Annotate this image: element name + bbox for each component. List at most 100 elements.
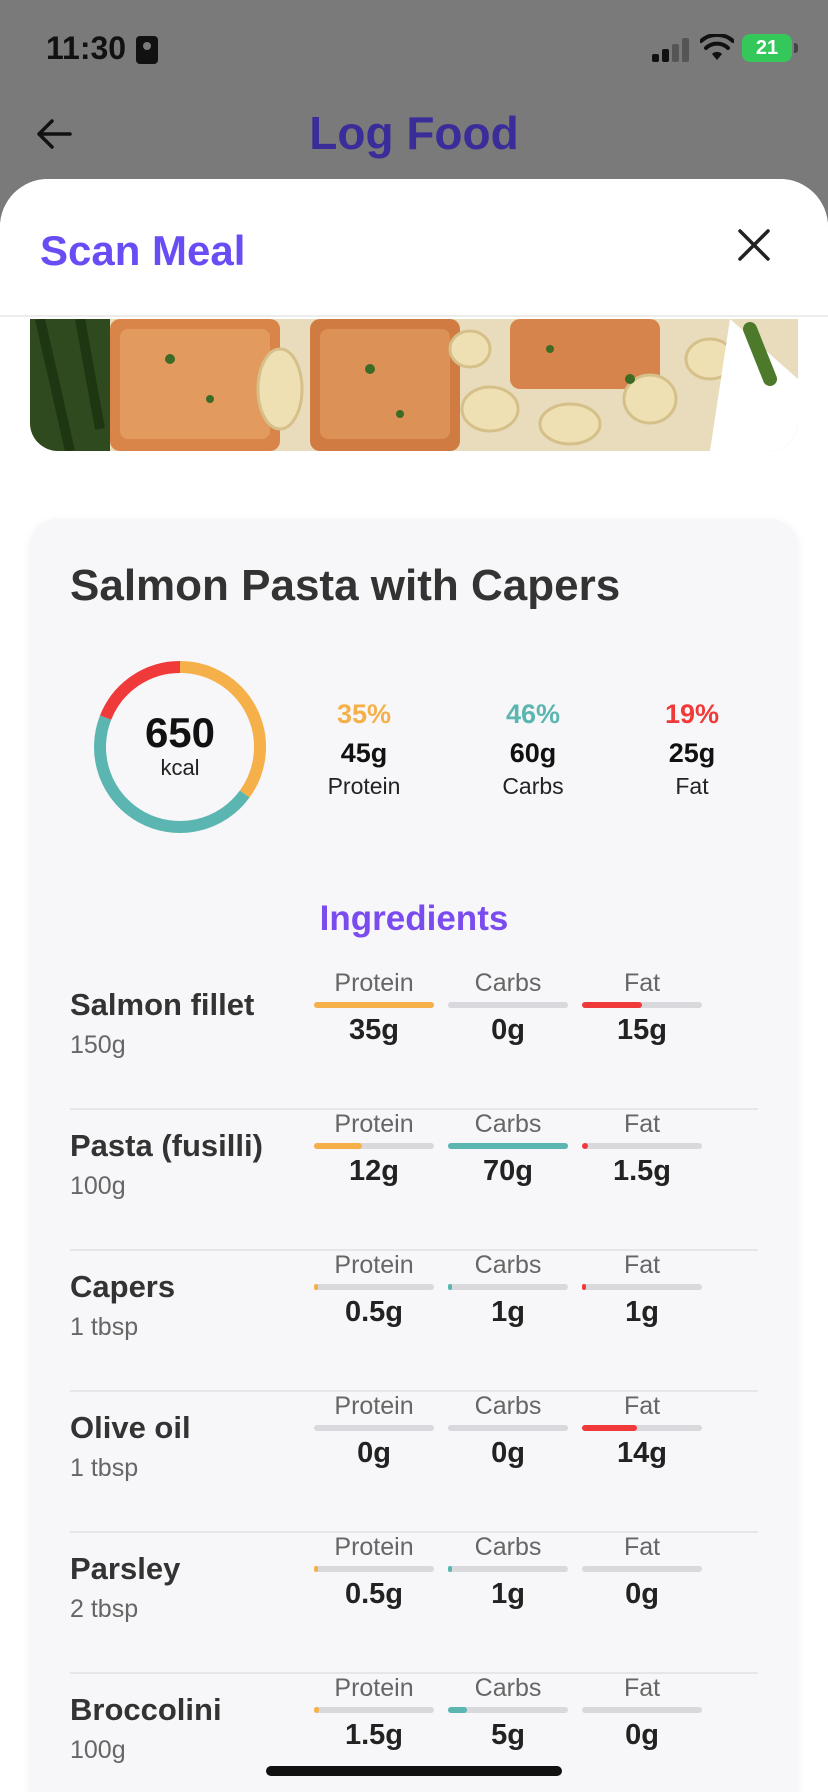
ingredient-carbs-value: 1g: [491, 1296, 525, 1328]
status-bar: 11:30 21: [0, 0, 828, 100]
macro-summary-fat: 19% 25g Fat: [622, 699, 762, 800]
ingredient-protein-bar: [314, 1707, 434, 1713]
ingredient-fat-bar: [582, 1707, 702, 1713]
ingredient-protein-bar: [314, 1002, 434, 1008]
id-card-icon: [136, 36, 158, 64]
ingredient-fat-value: 1g: [625, 1296, 659, 1328]
nav-bar: Log Food: [0, 100, 828, 180]
ingredient-protein-column: Protein 12g: [314, 1110, 434, 1188]
ingredient-protein-value: 0g: [357, 1437, 391, 1469]
ingredient-carbs-label: Carbs: [474, 1674, 542, 1702]
ingredient-carbs-value: 1g: [491, 1578, 525, 1610]
ingredient-fat-label: Fat: [623, 1392, 661, 1420]
ingredient-fat-bar-fill: [582, 1143, 588, 1149]
meal-card: Salmon Pasta with Capers 650 kcal 35% 45…: [30, 519, 798, 1792]
ingredient-fat-value: 1.5g: [612, 1155, 672, 1187]
ingredient-fat-column: Fat 1.5g: [582, 1110, 702, 1188]
ingredient-protein-bar: [314, 1284, 434, 1290]
ingredient-carbs-column: Carbs 5g: [448, 1674, 568, 1752]
ingredient-fat-column: Fat 0g: [582, 1533, 702, 1611]
ingredient-protein-bar: [314, 1425, 434, 1431]
ingredient-protein-label: Protein: [334, 1110, 414, 1138]
ingredient-name: Parsley: [70, 1551, 181, 1586]
macro-summary-protein: 35% 45g Protein: [294, 699, 434, 800]
ingredient-carbs-label: Carbs: [474, 1533, 542, 1561]
ingredient-carbs-value: 0g: [491, 1437, 525, 1469]
ingredient-quantity: 100g: [70, 1172, 126, 1200]
ingredient-protein-bar-fill: [314, 1707, 319, 1713]
ingredient-protein-bar-fill: [314, 1566, 318, 1572]
ingredient-fat-bar-fill: [582, 1284, 586, 1290]
ingredient-row[interactable]: Capers 1 tbsp Protein 0.5g Carbs 1g Fat 1g: [70, 1251, 758, 1392]
ingredient-fat-bar: [582, 1284, 702, 1290]
ingredient-protein-label: Protein: [334, 969, 414, 997]
ingredient-carbs-column: Carbs 70g: [448, 1110, 568, 1188]
sheet-title: Scan Meal: [40, 227, 246, 274]
ingredient-row[interactable]: Salmon fillet 150g Protein 35g Carbs 0g Fat 15g: [70, 969, 758, 1110]
scan-meal-sheet: Scan Meal Salmon Pasta with Capers 650 k…: [0, 179, 828, 1792]
ingredient-fat-column: Fat 14g: [582, 1392, 702, 1470]
ingredient-protein-value: 12g: [349, 1155, 399, 1187]
battery-icon: 21: [742, 34, 798, 62]
macro-grams: 45g: [340, 738, 388, 768]
ingredient-protein-column: Protein 35g: [314, 969, 434, 1047]
ingredient-carbs-bar-fill: [448, 1707, 468, 1713]
ingredient-row[interactable]: Parsley 2 tbsp Protein 0.5g Carbs 1g Fat 0g: [70, 1533, 758, 1674]
ingredient-fat-value: 0g: [625, 1578, 659, 1610]
ingredient-protein-value: 35g: [349, 1014, 399, 1046]
ingredient-row[interactable]: Pasta (fusilli) 100g Protein 12g Carbs 70g Fat…: [70, 1110, 758, 1251]
macro-label: Fat: [675, 773, 709, 799]
ingredient-fat-bar: [582, 1425, 702, 1431]
ingredient-fat-bar: [582, 1143, 702, 1149]
ingredient-quantity: 1 tbsp: [70, 1454, 139, 1482]
ingredient-quantity: 100g: [70, 1736, 126, 1764]
ingredient-row[interactable]: Olive oil 1 tbsp Protein 0g Carbs 0g Fat 14g: [70, 1392, 758, 1533]
ingredient-carbs-column: Carbs 0g: [448, 1392, 568, 1470]
ingredient-protein-bar: [314, 1143, 434, 1149]
ingredient-name: Broccolini: [70, 1692, 222, 1727]
ingredient-carbs-bar: [448, 1425, 568, 1431]
ingredient-carbs-value: 0g: [491, 1014, 525, 1046]
ingredient-carbs-bar: [448, 1002, 568, 1008]
battery-level: 21: [755, 37, 779, 59]
page-title: Log Food: [309, 107, 519, 159]
ingredient-fat-bar: [582, 1566, 702, 1572]
macro-percent: 35%: [336, 699, 392, 729]
ingredient-protein-column: Protein 0.5g: [314, 1533, 434, 1611]
close-icon: [738, 229, 770, 261]
meal-name: Salmon Pasta with Capers: [70, 561, 621, 610]
ingredient-protein-label: Protein: [334, 1533, 414, 1561]
ingredient-carbs-bar-fill: [448, 1566, 452, 1572]
ingredient-name: Pasta (fusilli): [70, 1128, 263, 1163]
ingredient-protein-value: 0.5g: [344, 1296, 404, 1328]
ingredient-carbs-value: 5g: [491, 1719, 525, 1751]
ingredient-name: Salmon fillet: [70, 987, 255, 1022]
ingredient-name: Capers: [70, 1269, 176, 1304]
ingredient-fat-label: Fat: [623, 1533, 661, 1561]
ingredient-carbs-label: Carbs: [474, 969, 542, 997]
ingredient-quantity: 1 tbsp: [70, 1313, 139, 1341]
ingredient-fat-bar-fill: [582, 1002, 642, 1008]
status-time: 11:30: [46, 30, 127, 66]
macro-grams: 60g: [509, 738, 557, 768]
ingredient-carbs-label: Carbs: [474, 1110, 542, 1138]
ingredient-fat-label: Fat: [623, 1110, 661, 1138]
ingredient-protein-label: Protein: [334, 1674, 414, 1702]
ingredient-protein-bar-fill: [314, 1002, 434, 1008]
ingredient-protein-label: Protein: [334, 1392, 414, 1420]
ingredient-protein-value: 0.5g: [344, 1578, 404, 1610]
sheet-header: Scan Meal: [0, 179, 828, 317]
ingredients-heading: Ingredients: [319, 899, 509, 938]
ingredient-fat-bar-fill: [582, 1425, 638, 1431]
macro-percent: 19%: [664, 699, 720, 729]
ingredient-protein-bar-fill: [314, 1284, 318, 1290]
ingredient-carbs-column: Carbs 1g: [448, 1533, 568, 1611]
close-button[interactable]: [732, 223, 776, 267]
ingredient-carbs-value: 70g: [483, 1155, 533, 1187]
ingredient-carbs-bar: [448, 1566, 568, 1572]
ingredient-carbs-column: Carbs 1g: [448, 1251, 568, 1329]
ingredient-fat-column: Fat 0g: [582, 1674, 702, 1752]
ingredient-fat-bar: [582, 1002, 702, 1008]
ingredient-carbs-label: Carbs: [474, 1251, 542, 1279]
macro-label: Carbs: [502, 773, 564, 799]
